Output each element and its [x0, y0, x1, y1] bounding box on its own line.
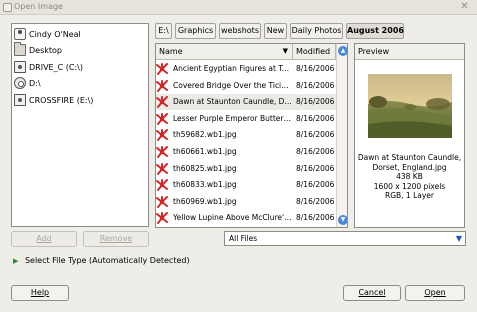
file-row[interactable]: Dawn at Staunton Caundle, Dor... 8/16/200…	[156, 94, 336, 111]
file-name: th60661.wb1.jpg	[173, 147, 237, 156]
file-row[interactable]: Lesser Purple Emperor Butterfly... 8/16/2…	[156, 111, 336, 127]
chevron-down-icon: ▼	[455, 234, 462, 243]
file-modified: 8/16/2006	[296, 196, 335, 206]
open-button-label: Open	[424, 288, 446, 297]
expander-arrow-icon: ▶	[13, 257, 19, 265]
scroll-up-icon[interactable]: ▲	[338, 46, 347, 56]
file-name: th60833.wb1.jpg	[173, 180, 237, 190]
file-name: Lesser Purple Emperor Butterfly...	[173, 113, 292, 123]
file-modified: 8/16/2006	[296, 113, 335, 123]
place-label: Cindy O'Neal	[29, 29, 81, 39]
dialog-icon	[3, 3, 12, 12]
file-modified: 8/16/2006	[296, 80, 335, 90]
place-home[interactable]: Cindy O'Neal	[14, 26, 81, 42]
file-name: Covered Bridge Over the Ticino ...	[173, 80, 292, 90]
file-name: Yellow Lupine Above McClure's B...	[173, 213, 292, 223]
file-list: Name ▼ Modified Ancient Egyptian Figures…	[155, 43, 348, 228]
preview-dimensions: 1600 x 1200 pixels	[373, 181, 446, 191]
file-modified: 8/16/2006	[296, 147, 335, 156]
select-file-type-label: Select File Type (Automatically Detected…	[24, 256, 190, 265]
file-row[interactable]: th60969.wb1.jpg 8/16/2006	[156, 194, 336, 210]
preview-thumbnail	[368, 74, 452, 138]
preview-info: Dawn at Staunton Caundle, Dorset, Englan…	[355, 153, 464, 201]
place-drive-d[interactable]: D:\	[14, 75, 41, 91]
breadcrumb-item-root[interactable]: E:\	[155, 23, 172, 39]
preview-panel: Preview Dawn at Staunton Caundle, Dorset…	[354, 43, 465, 228]
select-file-type-expander[interactable]: ▶ Select File Type (Automatically Detect…	[13, 256, 190, 265]
hard-drive-icon	[14, 61, 26, 73]
place-drive-c[interactable]: DRIVE_C (C:\)	[14, 59, 83, 75]
place-label: Desktop	[29, 45, 62, 55]
help-button[interactable]: Help	[11, 285, 69, 301]
title-bar: Open Image ✕	[0, 0, 477, 15]
sort-arrow-icon: ▼	[282, 47, 288, 55]
file-modified: 8/16/2006	[296, 163, 335, 173]
file-modified: 8/16/2006	[296, 180, 335, 190]
preview-file-name-line1: Dawn at Staunton Caundle,	[357, 153, 462, 162]
close-icon[interactable]: ✕	[458, 1, 471, 13]
file-row[interactable]: th60661.wb1.jpg 8/16/2006	[156, 144, 336, 160]
file-modified: 8/16/2006	[296, 213, 335, 223]
breadcrumb-item-webshots[interactable]: webshots	[219, 23, 261, 39]
cd-drive-icon	[14, 77, 26, 89]
file-row[interactable]: th60825.wb1.jpg 8/16/2006	[156, 161, 336, 177]
file-name: th60969.wb1.jpg	[173, 196, 237, 206]
place-drive-e[interactable]: CROSSFIRE (E:\)	[14, 92, 93, 108]
breadcrumb-item-daily-photos[interactable]: Daily Photos	[290, 23, 343, 39]
preview-file-size: 438 KB	[396, 172, 423, 181]
places-sidebar: Cindy O'Neal Desktop DRIVE_C (C:\) D:\ C…	[11, 23, 149, 227]
desktop-folder-icon	[14, 42, 26, 56]
remove-place-button[interactable]: Remove	[83, 231, 149, 247]
column-name-label: Name	[159, 47, 183, 56]
preview-color-mode: RGB, 1 Layer	[384, 191, 434, 200]
file-name: th60825.wb1.jpg	[173, 163, 237, 173]
add-button-label: Add	[36, 234, 52, 243]
place-label: CROSSFIRE (E:\)	[29, 95, 94, 105]
cancel-button-label: Cancel	[358, 288, 386, 297]
breadcrumb-item-new[interactable]: New	[264, 23, 287, 39]
preview-file-name-line2: Dorset, England.jpg	[372, 162, 447, 172]
file-row[interactable]: Ancient Egyptian Figures at Tem... 8/16/2…	[156, 61, 336, 77]
file-modified: 8/16/2006	[296, 130, 335, 140]
file-filter-select[interactable]: All Files ▼	[224, 231, 466, 246]
file-name: Dawn at Staunton Caundle, Dor...	[173, 97, 292, 107]
add-place-button[interactable]: Add	[11, 231, 77, 247]
file-list-scrollbar[interactable]: ▲ ▼	[336, 44, 347, 227]
column-header-name[interactable]: Name ▼	[156, 44, 293, 60]
file-name: Ancient Egyptian Figures at Tem...	[173, 64, 292, 73]
breadcrumb-item-graphics[interactable]: Graphics	[175, 23, 216, 39]
open-button[interactable]: Open	[405, 285, 465, 301]
user-icon	[14, 28, 26, 40]
place-desktop[interactable]: Desktop	[14, 42, 62, 58]
help-button-label: Help	[30, 288, 50, 297]
column-header-modified[interactable]: Modified	[293, 44, 336, 60]
scroll-down-icon[interactable]: ▼	[338, 215, 347, 225]
file-modified: 8/16/2006	[296, 64, 335, 73]
file-name: th59682.wb1.jpg	[173, 130, 237, 140]
cancel-button[interactable]: Cancel	[343, 285, 401, 301]
column-modified-label: Modified	[296, 47, 331, 56]
file-filter-value: All Files	[229, 234, 258, 243]
place-label: D:\	[29, 78, 41, 88]
hard-drive-icon	[14, 94, 26, 106]
file-row[interactable]: th60833.wb1.jpg 8/16/2006	[156, 177, 336, 193]
file-row[interactable]: Covered Bridge Over the Ticino ... 8/16/2…	[156, 78, 336, 94]
place-label: DRIVE_C (C:\)	[29, 62, 83, 72]
file-row[interactable]: Yellow Lupine Above McClure's B... 8/16/2…	[156, 210, 336, 226]
remove-button-label: Remove	[99, 234, 133, 243]
file-row[interactable]: th59682.wb1.jpg 8/16/2006	[156, 127, 336, 143]
file-modified: 8/16/2006	[296, 97, 335, 107]
preview-header: Preview	[355, 44, 464, 60]
window-title: Open Image	[14, 2, 63, 11]
breadcrumb-item-august-2006[interactable]: August 2006	[346, 23, 404, 39]
